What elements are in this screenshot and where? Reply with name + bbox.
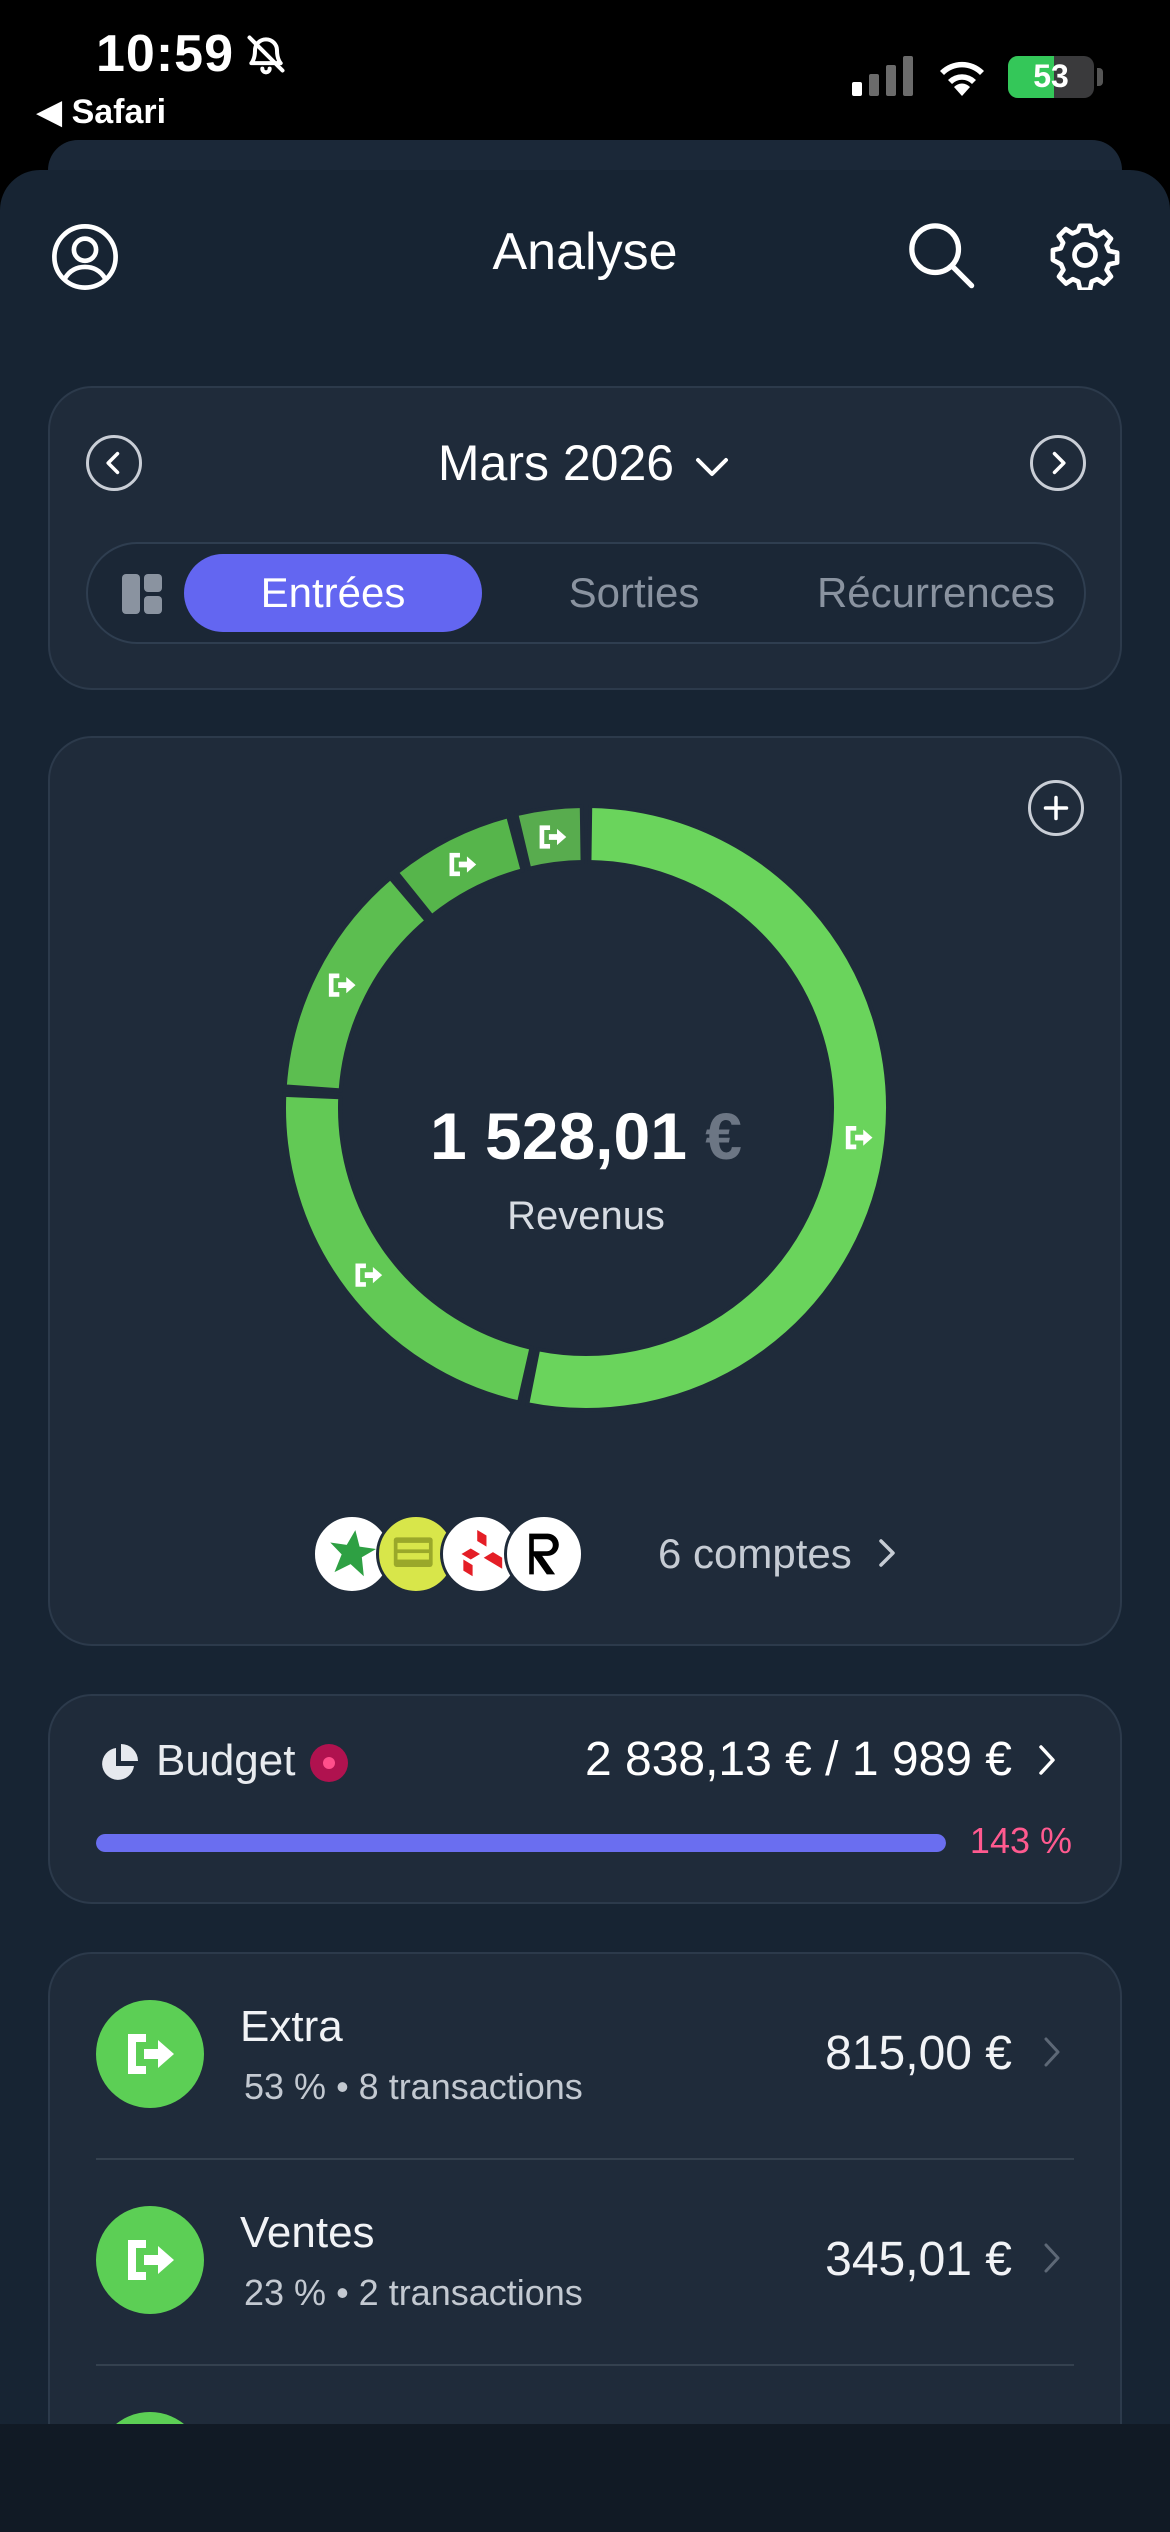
revolut-r-icon <box>529 1533 559 1575</box>
battery-cap <box>1097 68 1103 86</box>
chevron-right-icon <box>1044 2243 1060 2273</box>
category-transactions: 8 transactions <box>358 2066 583 2107</box>
back-to-safari-link[interactable]: ◀ Safari <box>36 92 166 132</box>
budget-progress-fill <box>96 1834 946 1852</box>
category-row-ventes[interactable]: Ventes 23 % • 2 transactions 345,01 € <box>50 2160 1120 2366</box>
period-card: Mars 2026 Entrées Sorties Récurrences <box>48 386 1122 690</box>
category-transactions: 2 transactions <box>358 2272 583 2313</box>
layout-grid-icon[interactable] <box>122 574 162 614</box>
income-category-icon <box>96 2000 204 2108</box>
budget-amounts: 2 838,13 € / 1 989 € <box>584 1733 1012 1786</box>
category-name: Ventes <box>240 2208 375 2257</box>
total-revenue-amount: 1 528,01 <box>430 1099 687 1173</box>
flow-type-segmented-control: Entrées Sorties Récurrences <box>86 542 1086 644</box>
budget-progress-track <box>96 1834 946 1852</box>
category-row-extra[interactable]: Extra 53 % • 8 transactions 815,00 € <box>50 1954 1120 2160</box>
plus-icon <box>1043 795 1069 821</box>
tab-recurrences[interactable]: Récurrences <box>786 554 1086 632</box>
bottom-bar-background <box>0 2424 1170 2532</box>
page-title: Analyse <box>492 223 678 281</box>
category-amount: 345,01 € <box>825 2233 1012 2286</box>
month-selector: Mars 2026 <box>50 428 1120 498</box>
month-label: Mars 2026 <box>437 435 675 491</box>
month-dropdown[interactable]: Mars 2026 <box>50 428 1120 498</box>
revenue-chart-card: 1 528,01 € Revenus 6 comptes <box>48 736 1122 1646</box>
category-name: Extra <box>240 2002 343 2051</box>
accounts-count: 6 comptes <box>658 1530 852 1577</box>
total-revenue-currency: € <box>705 1099 742 1173</box>
category-row-partial[interactable] <box>50 2366 1120 2424</box>
chevron-right-icon <box>1039 1745 1055 1775</box>
battery-indicator: 53 <box>1008 56 1094 98</box>
analysis-sheet: Analyse Mars 2026 Entrées Sorties Récurr… <box>0 170 1170 2424</box>
income-category-icon <box>96 2206 204 2314</box>
wifi-icon <box>940 61 984 96</box>
arrow-right-from-bracket-icon <box>128 2240 174 2280</box>
arrow-right-from-bracket-icon <box>128 2034 174 2074</box>
category-percent: 53 % <box>244 2066 327 2107</box>
income-category-icon <box>96 2412 204 2424</box>
search-icon[interactable] <box>906 220 976 290</box>
bell-slash-icon <box>247 35 285 75</box>
battery-level-text: 53 <box>1033 58 1069 94</box>
bank-logo-revolut <box>504 1514 584 1594</box>
category-stats: 23 % • 2 transactions <box>244 2272 583 2313</box>
tab-entrees[interactable]: Entrées <box>184 554 482 632</box>
donut-segment-2[interactable] <box>282 875 430 1093</box>
chevron-right-icon <box>1044 2037 1060 2067</box>
gear-icon[interactable] <box>1050 220 1120 290</box>
categories-card: Extra 53 % • 8 transactions 815,00 € Ven… <box>48 1952 1122 2424</box>
category-percent: 23 % <box>244 2272 327 2313</box>
cellular-signal-icon <box>852 56 913 96</box>
next-month-button[interactable] <box>1030 435 1086 491</box>
status-bar: 10:59 ◀ Safari 53 <box>0 0 1170 160</box>
total-revenue-label: Revenus <box>507 1194 665 1238</box>
category-stats: 53 % • 8 transactions <box>244 2066 583 2107</box>
budget-card[interactable]: Budget 2 838,13 € / 1 989 € 143 % <box>48 1694 1122 1904</box>
chevron-right-icon <box>879 1539 895 1567</box>
revenue-donut-chart: 1 528,01 € Revenus <box>276 798 896 1418</box>
chevron-down-icon <box>696 457 729 476</box>
chevron-right-icon <box>1052 451 1066 475</box>
category-amount: 815,00 € <box>825 2027 1012 2080</box>
budget-percent: 143 % <box>969 1820 1072 1861</box>
budget-alert-dot <box>310 1744 348 1782</box>
status-time: 10:59 <box>96 25 234 83</box>
pie-chart-icon <box>102 1744 138 1780</box>
add-button[interactable] <box>1028 780 1084 836</box>
total-revenue: 1 528,01 € <box>276 1098 896 1174</box>
budget-label: Budget <box>156 1736 296 1785</box>
tab-sorties[interactable]: Sorties <box>486 554 782 632</box>
